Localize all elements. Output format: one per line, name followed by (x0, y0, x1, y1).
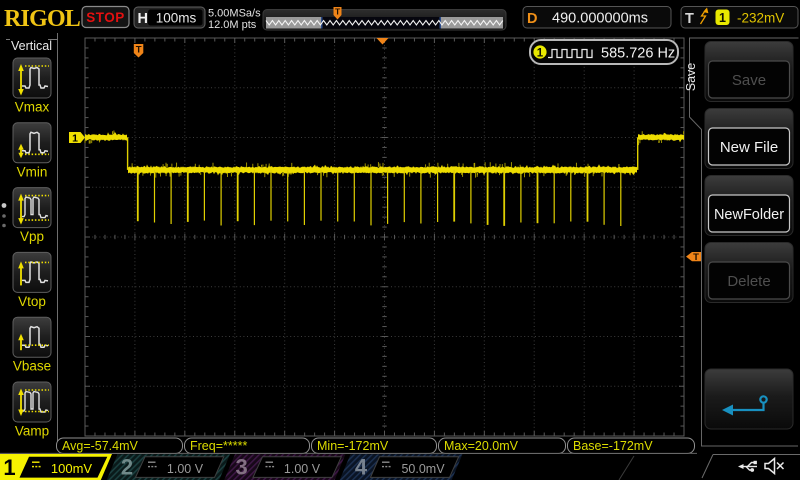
svg-text:Vtop: Vtop (18, 294, 46, 309)
svg-text:Delete: Delete (727, 273, 770, 290)
svg-text:490.000000ms: 490.000000ms (552, 11, 648, 27)
svg-text:Vbase: Vbase (13, 359, 51, 374)
svg-text:T: T (693, 252, 699, 263)
svg-text:T: T (335, 7, 341, 17)
svg-text:D: D (527, 11, 537, 27)
svg-text:RIGOL: RIGOL (4, 6, 80, 32)
svg-text:Vmin: Vmin (17, 164, 48, 179)
svg-text:T: T (136, 44, 142, 55)
svg-text:New File: New File (720, 139, 778, 156)
svg-text:1: 1 (537, 47, 544, 59)
svg-text:Vmax: Vmax (15, 100, 50, 115)
svg-text:-232mV: -232mV (737, 11, 784, 26)
svg-text:1: 1 (719, 11, 726, 25)
svg-text:Save: Save (684, 63, 698, 92)
svg-text:585.726 Hz: 585.726 Hz (601, 46, 675, 62)
svg-text:Vertical: Vertical (11, 39, 52, 53)
svg-text:100ms: 100ms (156, 11, 197, 26)
svg-text:4: 4 (355, 455, 368, 480)
svg-text:Freq=*****: Freq=***** (190, 439, 247, 453)
svg-text:1.00 V: 1.00 V (284, 462, 321, 476)
svg-text:Avg=-57.4mV: Avg=-57.4mV (62, 439, 139, 453)
svg-text:1: 1 (72, 133, 78, 145)
svg-text:Max=20.0mV: Max=20.0mV (444, 439, 519, 453)
svg-text:T: T (685, 11, 694, 27)
svg-text:2: 2 (121, 455, 133, 480)
svg-text:STOP: STOP (86, 10, 125, 25)
svg-text:12.0M pts: 12.0M pts (208, 19, 257, 31)
svg-text:NewFolder: NewFolder (714, 207, 784, 223)
svg-text:50.0mV: 50.0mV (401, 462, 445, 476)
svg-text:5.00MSa/s: 5.00MSa/s (208, 8, 261, 20)
svg-text:H: H (138, 11, 148, 27)
svg-text:1: 1 (3, 455, 15, 480)
svg-text:Min=-172mV: Min=-172mV (317, 439, 389, 453)
svg-text:100mV: 100mV (51, 461, 93, 476)
svg-text:Base=-172mV: Base=-172mV (573, 439, 653, 453)
svg-text:Vamp: Vamp (15, 424, 49, 439)
svg-text:1.00 V: 1.00 V (167, 462, 204, 476)
svg-text:Save: Save (732, 72, 766, 89)
svg-text:Vpp: Vpp (20, 229, 44, 244)
svg-text:3: 3 (235, 455, 247, 480)
